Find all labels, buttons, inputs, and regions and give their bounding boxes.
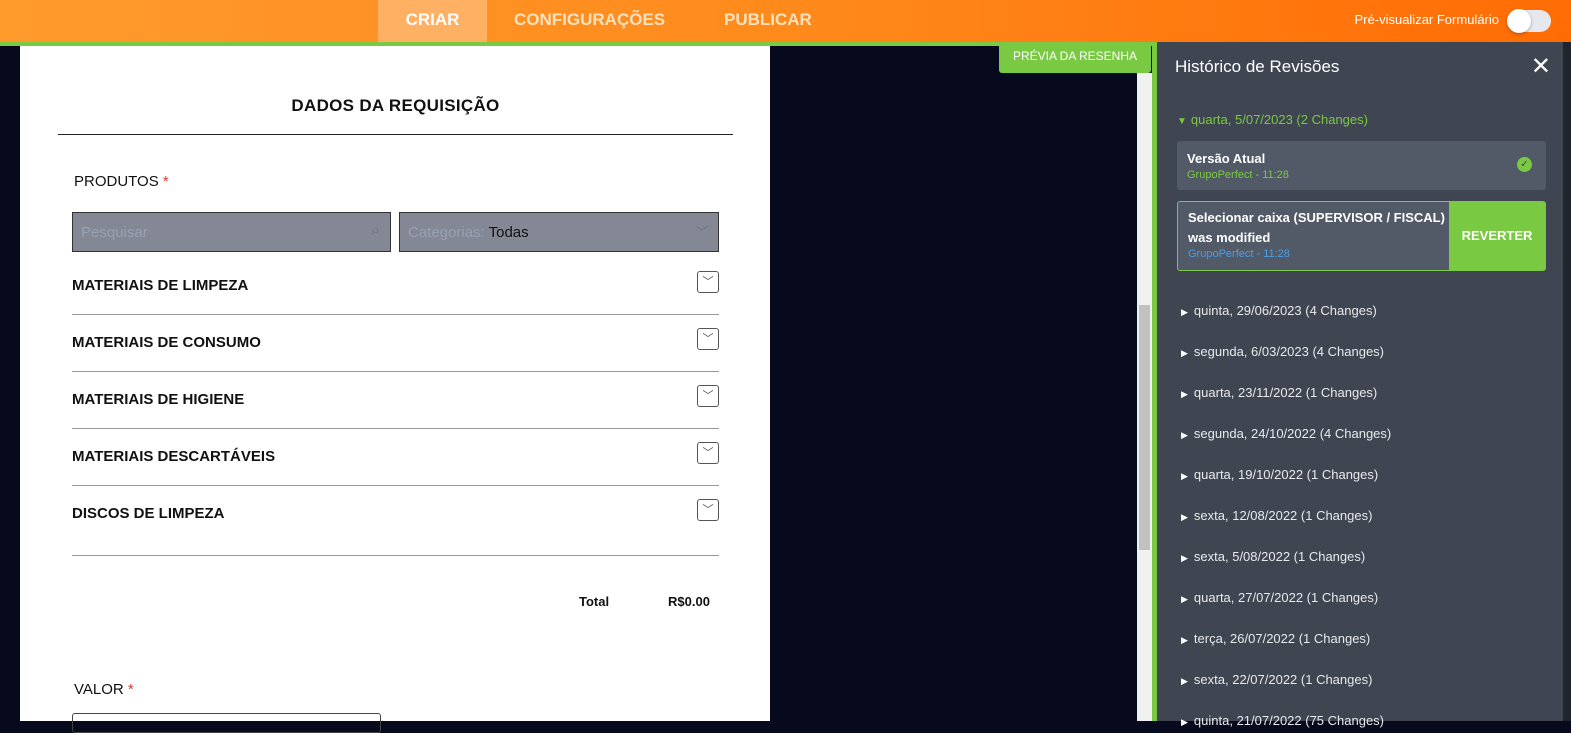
preview-resenha-button[interactable]: PRÉVIA DA RESENHA xyxy=(999,42,1151,73)
preview-form-label: Pré-visualizar Formulário xyxy=(1354,12,1499,27)
caret-right-icon: ▶ xyxy=(1181,676,1188,686)
expand-icon[interactable]: ﹀ xyxy=(697,385,719,407)
day-group[interactable]: ▶ sexta, 12/08/2022 (1 Changes) xyxy=(1181,508,1372,523)
top-bar: CRIAR CONFIGURAÇÕES PUBLICAR Pré-visuali… xyxy=(0,0,1571,42)
categories-select[interactable]: Categorias: Todas ﹀ xyxy=(399,212,719,252)
tab-configuracoes[interactable]: CONFIGURAÇÕES xyxy=(486,0,693,42)
check-icon: ✓ xyxy=(1517,157,1532,172)
expand-icon[interactable]: ﹀ xyxy=(697,328,719,350)
chevron-down-icon: ﹀ xyxy=(695,225,708,239)
day-label: sexta, 5/08/2022 (1 Changes) xyxy=(1193,549,1366,564)
total-value: R$0.00 xyxy=(668,594,710,609)
day-label: segunda, 24/10/2022 (4 Changes) xyxy=(1193,426,1392,441)
day-group[interactable]: ▶ segunda, 24/10/2022 (4 Changes) xyxy=(1181,426,1391,441)
panel-title: Histórico de Revisões xyxy=(1175,57,1340,76)
caret-right-icon: ▶ xyxy=(1181,635,1188,645)
expand-icon[interactable]: ﹀ xyxy=(697,271,719,293)
valor-label: VALOR * xyxy=(74,681,134,698)
caret-right-icon: ▶ xyxy=(1181,553,1188,563)
toggle-knob xyxy=(1507,9,1531,33)
scrollbar-thumb[interactable] xyxy=(1139,305,1150,550)
caret-right-icon: ▶ xyxy=(1181,512,1188,522)
day-label: quinta, 29/06/2023 (4 Changes) xyxy=(1193,303,1377,318)
day-label: quarta, 27/07/2022 (1 Changes) xyxy=(1193,590,1379,605)
day-label: quarta, 19/10/2022 (1 Changes) xyxy=(1193,467,1379,482)
day-group[interactable]: ▶ terça, 26/07/2022 (1 Changes) xyxy=(1181,631,1370,646)
day-group[interactable]: ▶ sexta, 22/07/2022 (1 Changes) xyxy=(1181,672,1372,687)
title-divider xyxy=(58,134,733,135)
day-label: quarta, 23/11/2022 (1 Changes) xyxy=(1193,385,1378,400)
close-icon[interactable]: ✕ xyxy=(1531,52,1551,81)
day-group[interactable]: ▶ sexta, 5/08/2022 (1 Changes) xyxy=(1181,549,1365,564)
day-group[interactable]: ▶ quarta, 27/07/2022 (1 Changes) xyxy=(1181,590,1378,605)
form-canvas: DADOS DA REQUISIÇÃO PRODUTOS * Pesquisar… xyxy=(20,46,770,733)
current-version-card[interactable]: Versão Atual GrupoPerfect - 11:28 ✓ xyxy=(1177,141,1546,190)
total-label: Total xyxy=(579,594,610,609)
caret-right-icon: ▶ xyxy=(1181,430,1188,440)
preview-form-toggle[interactable] xyxy=(1507,9,1551,33)
product-search-input[interactable]: Pesquisar ⌕ xyxy=(72,212,391,252)
caret-right-icon: ▶ xyxy=(1181,348,1188,358)
category-row[interactable]: MATERIAIS DE HIGIENE ﹀ xyxy=(72,372,719,429)
day-group[interactable]: ▶ quarta, 23/11/2022 (1 Changes) xyxy=(1181,385,1377,400)
day-group[interactable]: ▶ quarta, 19/10/2022 (1 Changes) xyxy=(1181,467,1378,482)
category-row[interactable]: DISCOS DE LIMPEZA ﹀ xyxy=(72,486,719,556)
tab-publicar[interactable]: PUBLICAR xyxy=(696,0,840,42)
day-label: terça, 26/07/2022 (1 Changes) xyxy=(1193,631,1371,646)
tab-criar[interactable]: CRIAR xyxy=(378,0,487,42)
window-edge xyxy=(1563,42,1571,721)
day-group[interactable]: ▶ quinta, 29/06/2023 (4 Changes) xyxy=(1181,303,1377,318)
day-group-open[interactable]: ▼ quarta, 5/07/2023 (2 Changes) xyxy=(1177,112,1368,127)
category-row[interactable]: MATERIAIS DE CONSUMO ﹀ xyxy=(72,315,719,372)
day-label: segunda, 6/03/2023 (4 Changes) xyxy=(1193,344,1385,359)
category-row[interactable]: MATERIAIS DESCARTÁVEIS ﹀ xyxy=(72,429,719,486)
caret-right-icon: ▶ xyxy=(1181,717,1188,727)
form-title: DADOS DA REQUISIÇÃO xyxy=(291,96,500,115)
day-group[interactable]: ▶ segunda, 6/03/2023 (4 Changes) xyxy=(1181,344,1384,359)
caret-right-icon: ▶ xyxy=(1181,471,1188,481)
valor-input[interactable] xyxy=(72,713,381,733)
expand-icon[interactable]: ﹀ xyxy=(697,499,719,521)
scrollbar[interactable] xyxy=(1137,73,1152,721)
expand-icon[interactable]: ﹀ xyxy=(697,442,719,464)
day-label: sexta, 22/07/2022 (1 Changes) xyxy=(1193,672,1373,687)
revision-card[interactable]: Selecionar caixa (SUPERVISOR / FISCAL) w… xyxy=(1177,201,1546,271)
produtos-label: PRODUTOS * xyxy=(74,173,169,190)
caret-right-icon: ▶ xyxy=(1181,307,1188,317)
revision-history-panel: Histórico de Revisões ✕ ▼ quarta, 5/07/20… xyxy=(1152,42,1563,728)
search-icon: ⌕ xyxy=(371,222,380,239)
caret-right-icon: ▶ xyxy=(1181,389,1188,399)
category-row[interactable]: MATERIAIS DE LIMPEZA ﹀ xyxy=(72,258,719,315)
day-label: sexta, 12/08/2022 (1 Changes) xyxy=(1193,508,1373,523)
caret-right-icon: ▶ xyxy=(1181,594,1188,604)
revert-button[interactable]: REVERTER xyxy=(1449,202,1545,270)
